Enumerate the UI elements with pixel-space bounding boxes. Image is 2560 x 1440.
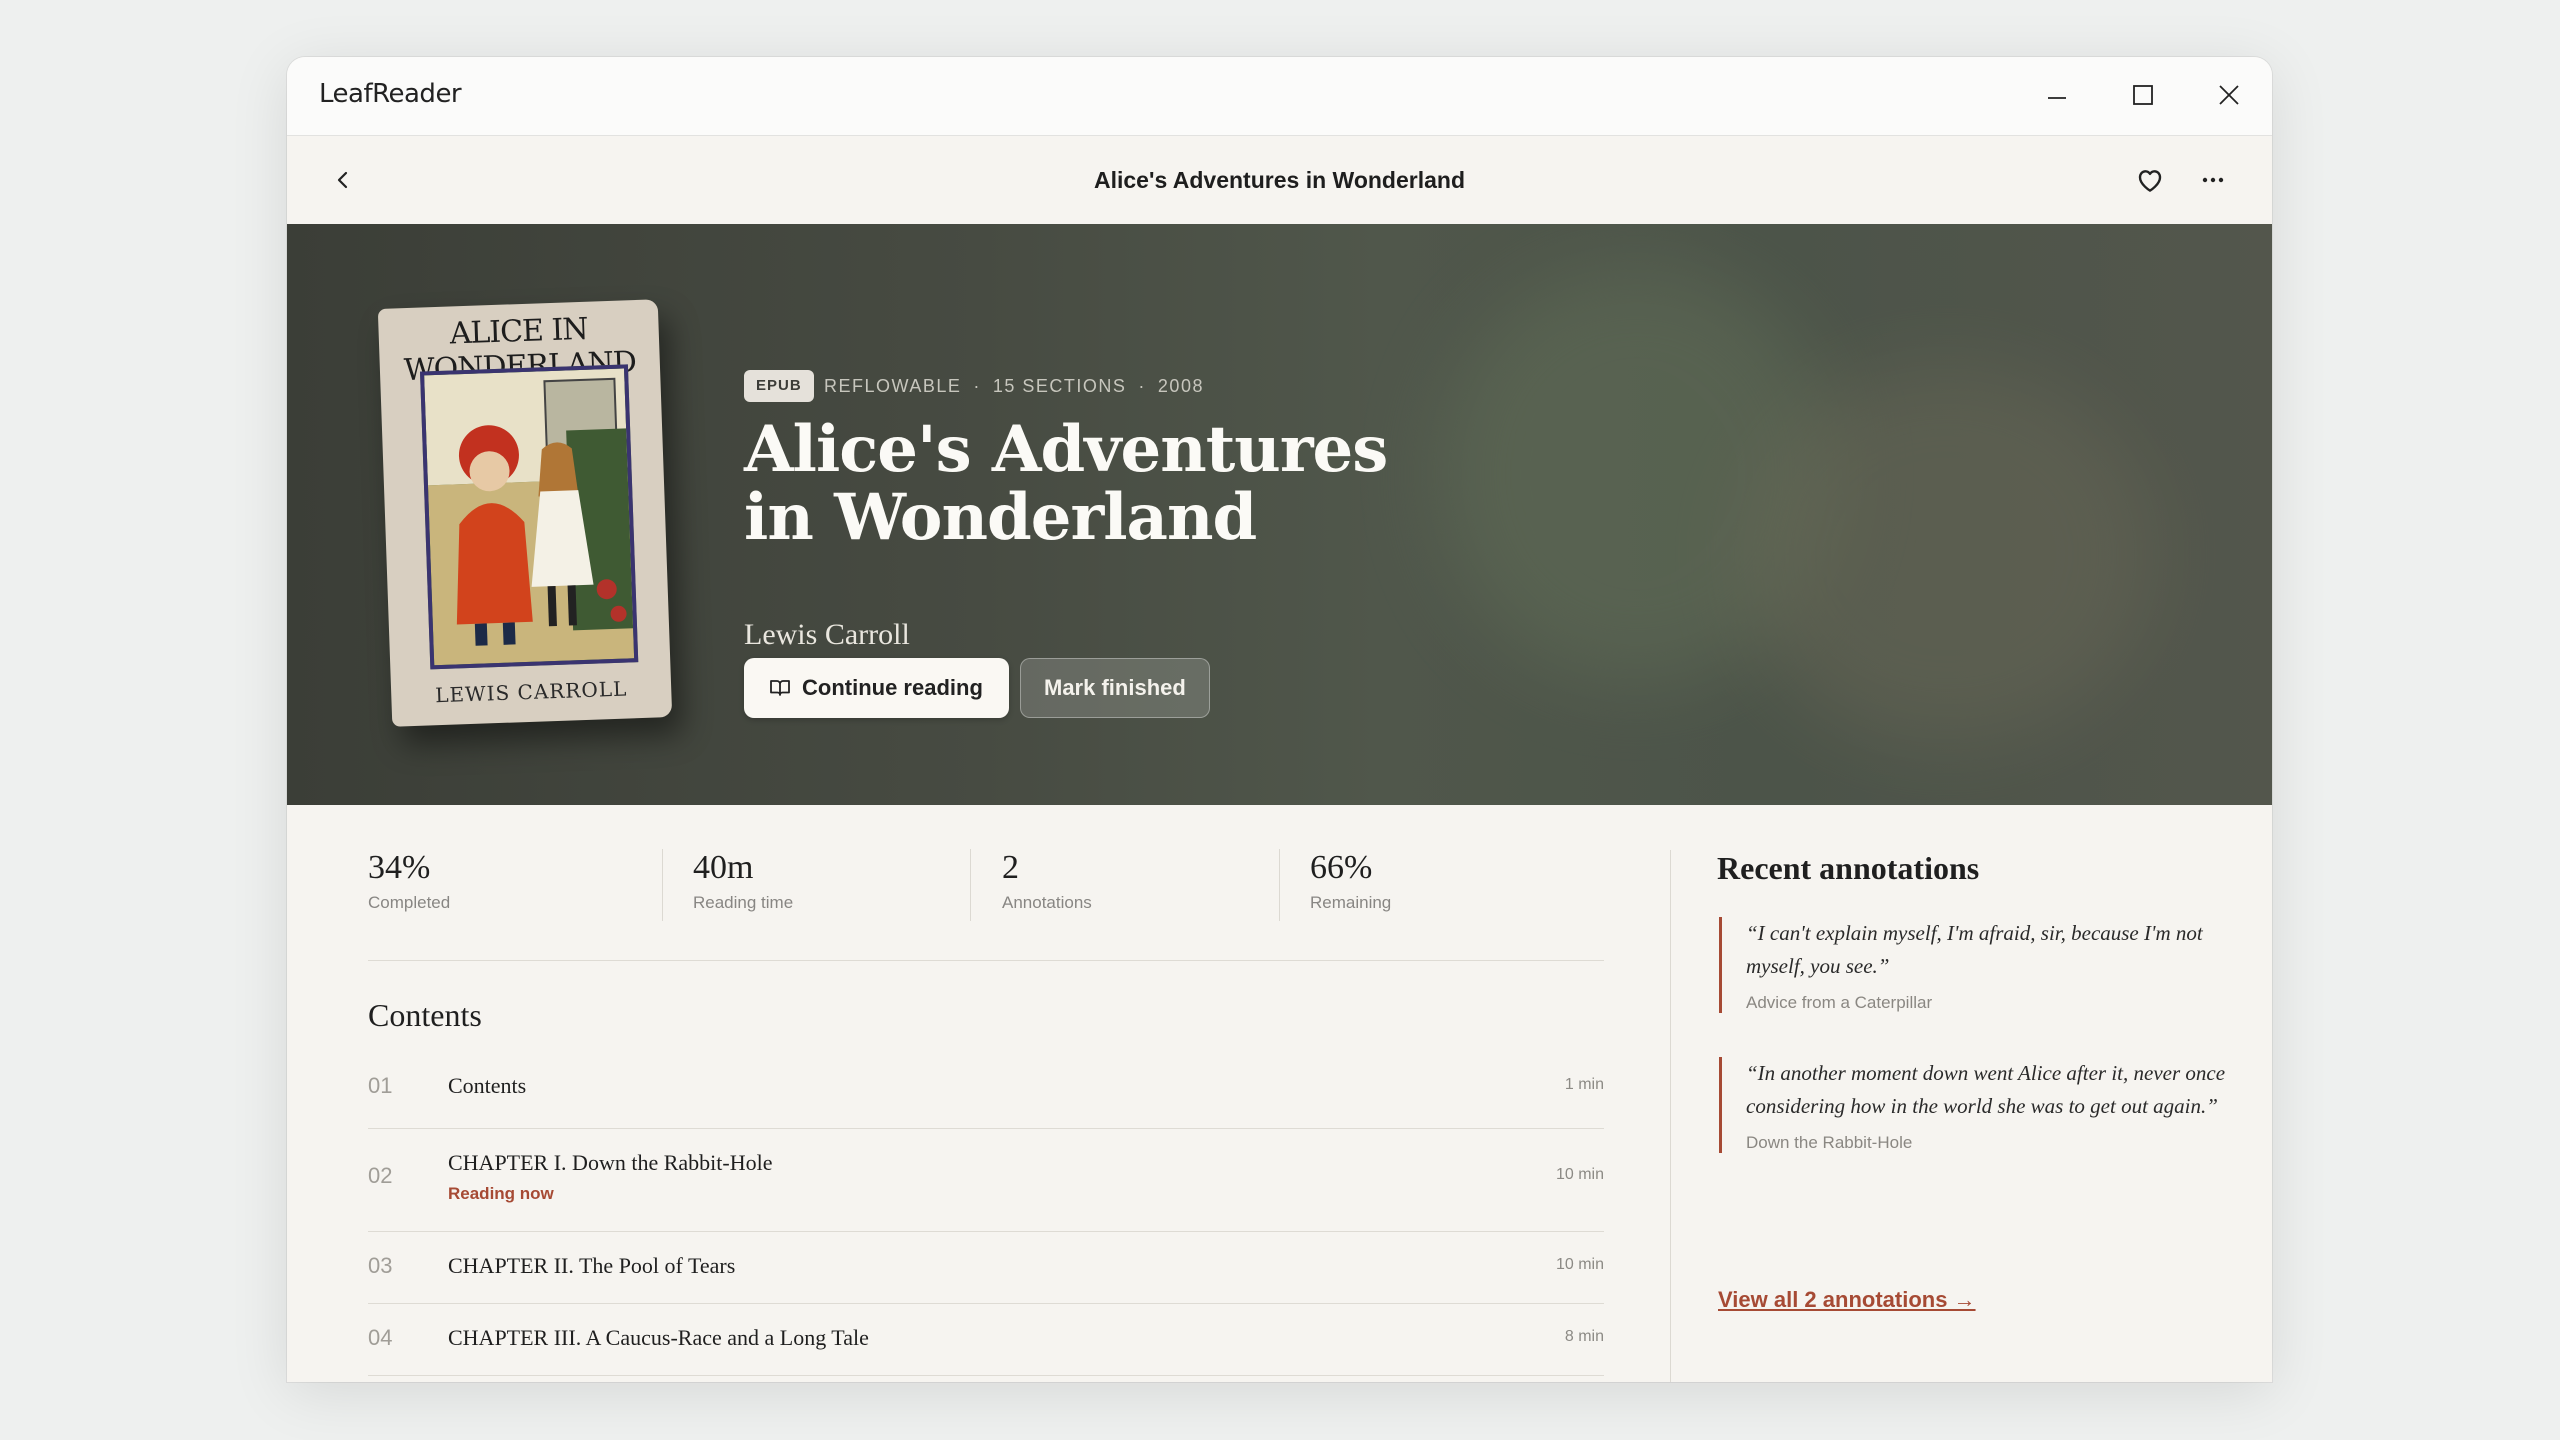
stat-label: Completed	[368, 893, 451, 912]
more-options-button[interactable]	[2187, 154, 2239, 206]
cover-illustration	[420, 364, 639, 670]
more-horizontal-icon	[2202, 177, 2224, 183]
column-divider	[1670, 850, 1671, 1382]
meta-sections: 15 SECTIONS	[992, 376, 1127, 396]
page-title: Alice's Adventures in Wonderland	[1094, 167, 1465, 193]
mark-finished-button[interactable]: Mark finished	[1020, 658, 1210, 718]
stat-value: 2	[1002, 849, 1019, 886]
cover-illustration-art	[424, 368, 635, 666]
toc-duration: 8 min	[1564, 1328, 1604, 1345]
stat-remaining: 66% Remaining	[1310, 849, 1610, 927]
top-nav-bar: Alice's Adventures in Wonderland	[287, 136, 2272, 224]
meta-separator: ·	[973, 376, 981, 396]
annotation-card[interactable]: “In another moment down went Alice after…	[1719, 1057, 2226, 1153]
stat-divider	[970, 849, 971, 921]
stat-value: 66%	[1310, 849, 1373, 886]
continue-reading-label: Continue reading	[802, 675, 983, 700]
toc-item[interactable]: 04 CHAPTER III. A Caucus-Race and a Long…	[368, 1325, 1604, 1369]
stat-annotations: 2 Annotations	[1002, 849, 1302, 927]
toc-item[interactable]: 01 Contents 1 min	[368, 1073, 1604, 1145]
favorite-button[interactable]	[2124, 154, 2176, 206]
book-meta: REFLOWABLE · 15 SECTIONS · 2008	[824, 370, 1204, 402]
annotation-source: Advice from a Caterpillar	[1746, 993, 1933, 1012]
toc-title: Contents	[448, 1073, 527, 1098]
toc-number: 02	[368, 1163, 393, 1188]
mark-finished-label: Mark finished	[1044, 675, 1186, 700]
reading-stats: 34% Completed 40m Reading time 2 Annotat…	[368, 849, 1604, 939]
toc-number: 01	[368, 1073, 393, 1098]
stat-label: Remaining	[1310, 893, 1392, 912]
stat-divider	[662, 849, 663, 921]
stat-completed: 34% Completed	[368, 849, 668, 927]
annotation-quote: “I can't explain myself, I'm afraid, sir…	[1746, 921, 2203, 978]
book-cover[interactable]: ALICE IN WONDERLAND LEWIS CARROLL	[377, 299, 673, 727]
toc-title: CHAPTER I. Down the Rabbit-Hole	[448, 1150, 773, 1175]
toc-title: CHAPTER III. A Caucus-Race and a Long Ta…	[448, 1325, 869, 1350]
app-window: LeafReader Alice's Adventures in Wonderl…	[287, 57, 2272, 1382]
toc-duration: 10 min	[1555, 1256, 1604, 1273]
reading-now-label: Reading now	[448, 1184, 554, 1203]
toc-number: 03	[368, 1253, 393, 1278]
meta-year: 2008	[1157, 376, 1204, 396]
toc-duration: 10 min	[1555, 1166, 1604, 1183]
stat-label: Reading time	[693, 893, 794, 912]
heart-icon	[2138, 170, 2162, 192]
stat-label: Annotations	[1002, 893, 1092, 912]
annotation-card[interactable]: “I can't explain myself, I'm afraid, sir…	[1719, 917, 2226, 1013]
contents-heading: Contents	[368, 997, 482, 1033]
open-book-icon	[770, 680, 790, 696]
book-title: Alice's Adventures in Wonderland	[744, 412, 1388, 555]
format-badge: EPUB	[744, 370, 814, 402]
stat-divider	[1279, 849, 1280, 921]
toc-title: CHAPTER II. The Pool of Tears	[448, 1253, 736, 1278]
hero-backdrop-blur	[1737, 364, 2157, 744]
stat-value: 40m	[693, 849, 754, 886]
close-icon	[2219, 85, 2239, 105]
window-titlebar: LeafReader	[287, 57, 2272, 136]
back-button[interactable]	[317, 154, 369, 206]
toc-item-current[interactable]: 02 CHAPTER I. Down the Rabbit-Hole Readi…	[368, 1150, 1604, 1240]
toc-divider	[368, 1128, 1604, 1129]
minimize-button[interactable]	[2037, 75, 2077, 115]
maximize-icon	[2133, 85, 2153, 105]
annotation-source: Down the Rabbit-Hole	[1746, 1133, 1913, 1152]
toc-divider	[368, 1231, 1604, 1232]
toc-number: 04	[368, 1325, 393, 1350]
view-all-annotations-link[interactable]: View all 2 annotations →	[1718, 1287, 1976, 1313]
cover-author: LEWIS CARROLL	[434, 676, 628, 708]
toc-duration: 1 min	[1564, 1076, 1604, 1093]
book-author[interactable]: Lewis Carroll	[744, 618, 910, 652]
maximize-button[interactable]	[2123, 75, 2163, 115]
stat-reading-time: 40m Reading time	[693, 849, 993, 927]
toc-divider	[368, 1303, 1604, 1304]
annotations-heading: Recent annotations	[1717, 850, 1980, 886]
app-name: LeafReader	[319, 79, 462, 109]
close-button[interactable]	[2209, 75, 2249, 115]
toc-divider	[368, 1375, 1604, 1376]
continue-reading-button[interactable]: Continue reading	[744, 658, 1009, 718]
section-divider	[368, 960, 1604, 961]
stat-value: 34%	[368, 849, 431, 886]
book-hero: ALICE IN WONDERLAND LEWIS CARROLL EPUB R…	[287, 224, 2272, 805]
meta-separator: ·	[1138, 376, 1146, 396]
meta-layout: REFLOWABLE	[824, 376, 962, 396]
toc-item[interactable]: 03 CHAPTER II. The Pool of Tears 10 min	[368, 1253, 1604, 1297]
annotation-quote: “In another moment down went Alice after…	[1746, 1061, 2226, 1118]
chevron-left-icon	[337, 171, 348, 189]
minimize-icon	[2048, 97, 2066, 99]
